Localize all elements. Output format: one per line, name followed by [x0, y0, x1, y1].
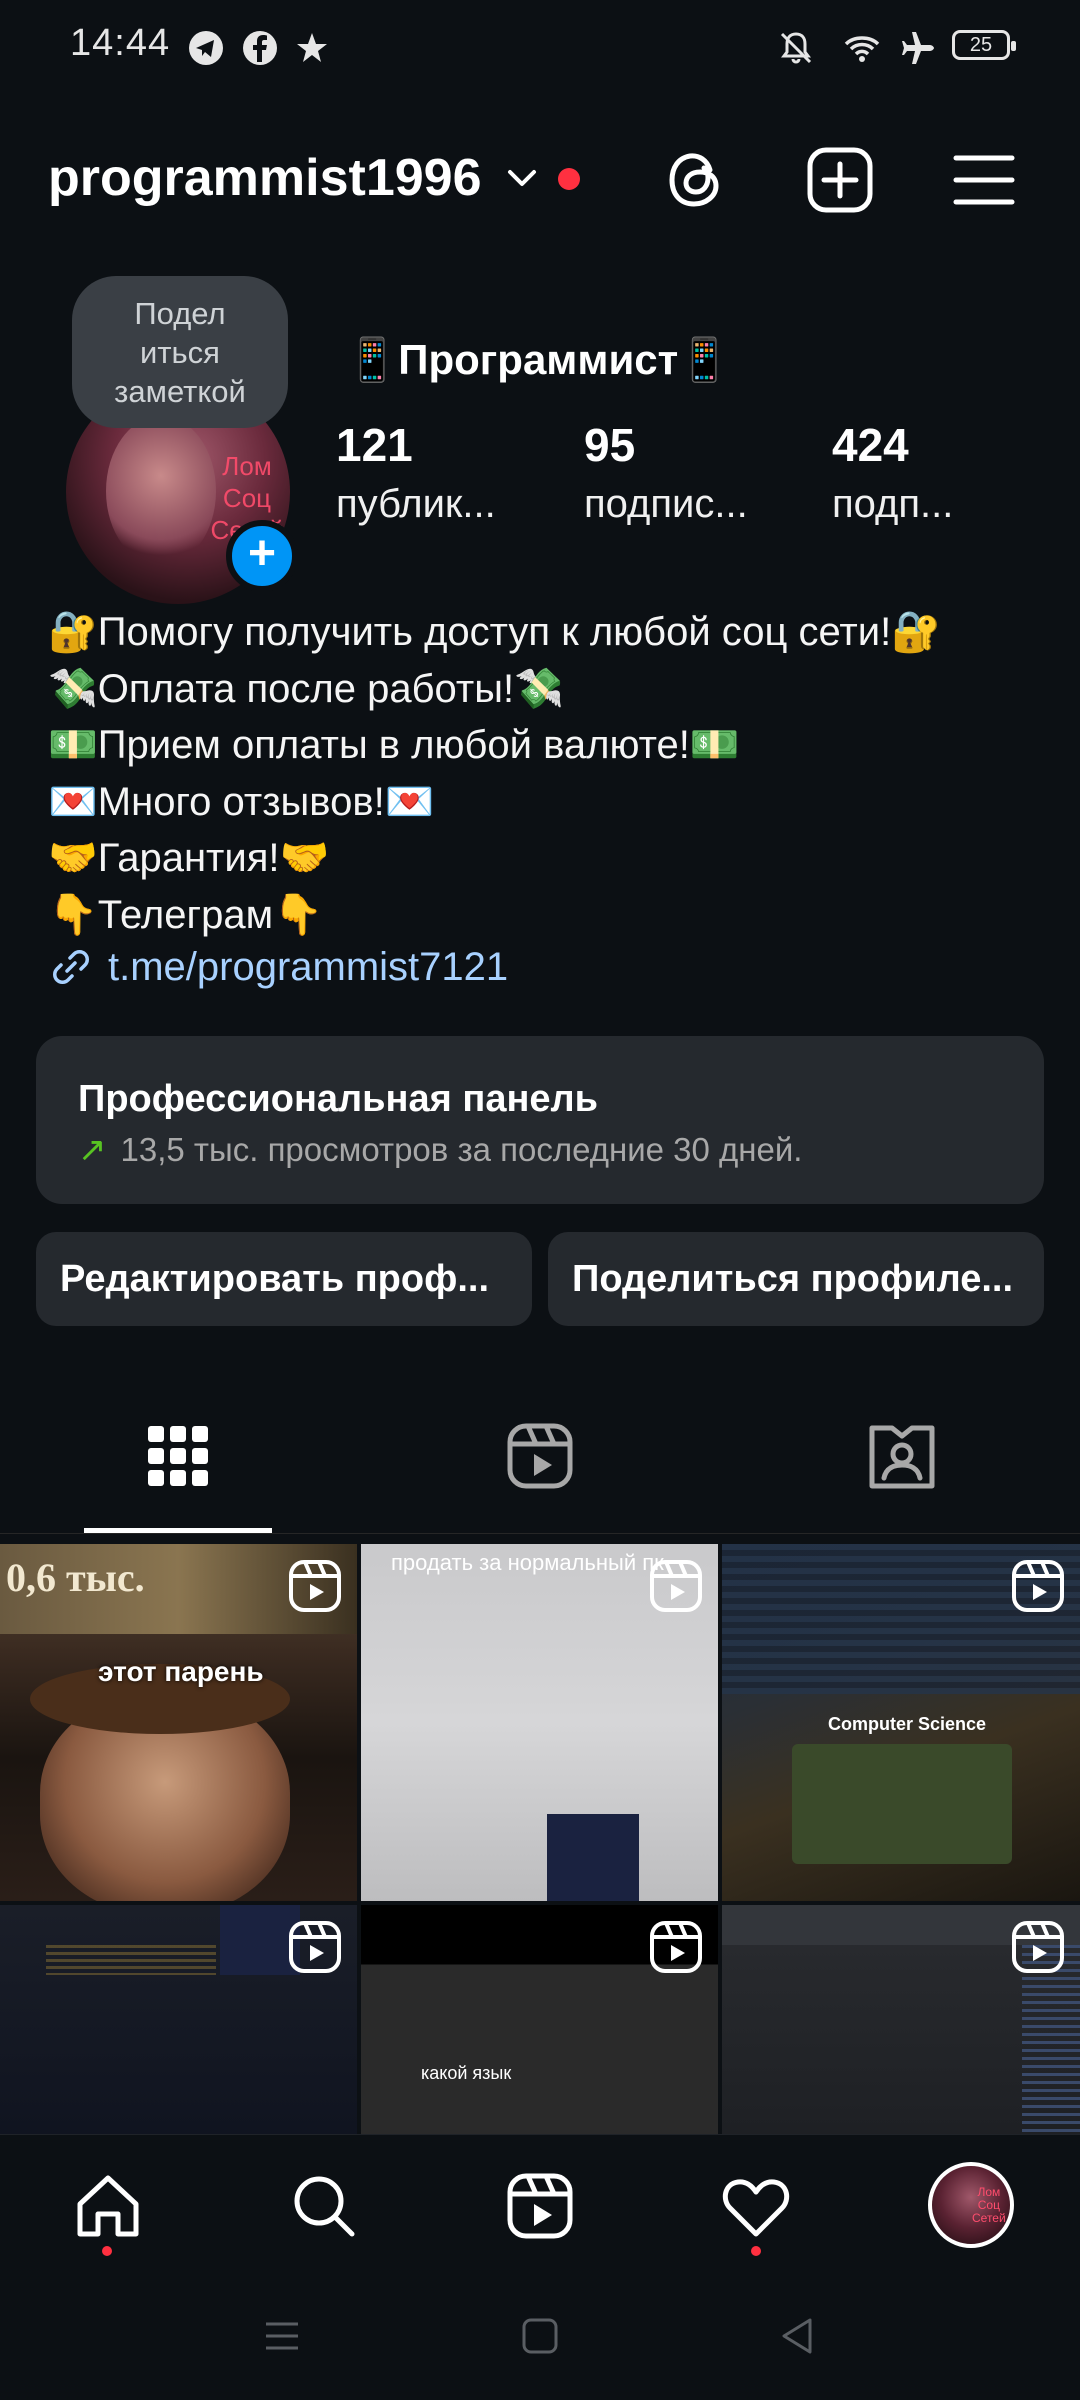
star-icon — [297, 33, 327, 62]
tagged-tab-icon[interactable] — [866, 1420, 938, 1492]
home-button-icon[interactable] — [510, 2306, 570, 2366]
add-story-button[interactable]: + — [226, 520, 298, 592]
post-caption: этот парень — [98, 1656, 264, 1687]
post-tile-1[interactable]: 0,6 тыс. этот парень — [0, 1544, 357, 1901]
post-tile-4[interactable] — [0, 1905, 357, 2134]
heart-icon[interactable] — [720, 2170, 792, 2242]
battery-icon: 25 — [952, 30, 1016, 60]
chevron-down-icon[interactable] — [504, 164, 540, 194]
followers-label[interactable]: подпис... — [584, 482, 748, 527]
reel-icon — [650, 1921, 702, 1973]
status-bar: 14:44 25 — [0, 0, 1080, 96]
post-tile-2[interactable]: продать за нормальный пк — [361, 1544, 718, 1901]
posts-label[interactable]: публик... — [336, 482, 496, 527]
link-icon — [53, 950, 89, 984]
reel-icon — [289, 1560, 341, 1612]
trend-up-icon: ↗ — [78, 1131, 107, 1169]
edit-profile-button[interactable]: Редактировать проф... — [36, 1232, 532, 1326]
professional-dashboard-title: Профессиональная панель — [78, 1078, 599, 1120]
post-tile-5[interactable]: какой язык — [361, 1905, 718, 2134]
post-caption: какой язык — [421, 2063, 512, 2083]
following-label[interactable]: подп... — [832, 482, 953, 527]
activity-notification-dot — [751, 2246, 761, 2256]
threads-icon[interactable] — [660, 144, 732, 216]
bio-line: 🔐Помогу получить доступ к любой соц сети… — [48, 610, 941, 654]
tab-divider — [0, 1533, 1080, 1534]
reel-icon — [650, 1560, 702, 1612]
reel-icon — [1012, 1921, 1064, 1973]
home-icon[interactable] — [72, 2170, 144, 2242]
grid-tab-icon[interactable] — [142, 1420, 214, 1492]
mute-vibrate-icon — [780, 32, 812, 64]
posts-count[interactable]: 121 — [336, 418, 413, 472]
wifi-icon — [844, 36, 880, 62]
bio-line: 💸Оплата после работы!💸 — [48, 666, 564, 711]
professional-dashboard[interactable]: Профессиональная панель ↗ 13,5 тыс. прос… — [36, 1036, 1044, 1204]
post-tile-6[interactable] — [722, 1905, 1080, 2134]
bio-line: 💌Много отзывов!💌 — [48, 779, 435, 824]
bio-line: 💵Прием оплаты в любой валюте!💵 — [48, 723, 740, 767]
home-notification-dot — [102, 2246, 112, 2256]
status-time: 14:44 — [70, 22, 171, 64]
profile-nav-avatar[interactable]: Лом Соц Сетей — [928, 2162, 1014, 2248]
reels-icon[interactable] — [504, 2170, 576, 2242]
account-username[interactable]: programmist1996 — [48, 148, 482, 208]
search-icon[interactable] — [288, 2170, 360, 2242]
bio-link[interactable]: t.me/programmist7121 — [108, 945, 508, 990]
following-count[interactable]: 424 — [832, 418, 909, 472]
reel-icon — [1012, 1560, 1064, 1612]
back-icon[interactable] — [768, 2306, 828, 2366]
recent-apps-icon[interactable] — [252, 2306, 312, 2366]
display-name: 📱Программист📱 — [346, 336, 731, 383]
facebook-icon — [243, 31, 277, 65]
post-caption: Computer Science — [828, 1714, 987, 1734]
reels-tab-icon[interactable] — [504, 1420, 576, 1492]
views-summary: 13,5 тыс. просмотров за последние 30 дне… — [120, 1131, 803, 1168]
followers-count[interactable]: 95 — [584, 418, 635, 472]
share-profile-button[interactable]: Поделиться профиле... — [548, 1232, 1044, 1326]
bio-link-row[interactable]: t.me/programmist7121 — [48, 944, 508, 990]
share-note-bubble[interactable]: Подел иться заметкой — [72, 276, 288, 428]
reel-icon — [289, 1921, 341, 1973]
post-caption: продать за нормальный пк — [391, 1550, 664, 1575]
professional-dashboard-subtitle: ↗ 13,5 тыс. просмотров за последние 30 д… — [78, 1130, 802, 1170]
bio-line: 🤝Гарантия!🤝 — [48, 836, 330, 880]
add-post-icon[interactable] — [804, 144, 876, 216]
airplane-icon — [902, 32, 934, 64]
post-tile-3[interactable]: Computer Science — [722, 1544, 1080, 1901]
post-overlay-text: 0,6 тыс. — [6, 1555, 145, 1600]
bio: 🔐Помогу получить доступ к любой соц сети… — [48, 604, 1048, 943]
notification-dot — [558, 168, 580, 190]
menu-icon[interactable] — [948, 144, 1020, 216]
avatar-text: Лом Соц Сетей — [972, 2185, 1006, 2225]
telegram-icon — [189, 31, 223, 65]
bio-line: 👇Телеграм👇 — [48, 892, 323, 937]
